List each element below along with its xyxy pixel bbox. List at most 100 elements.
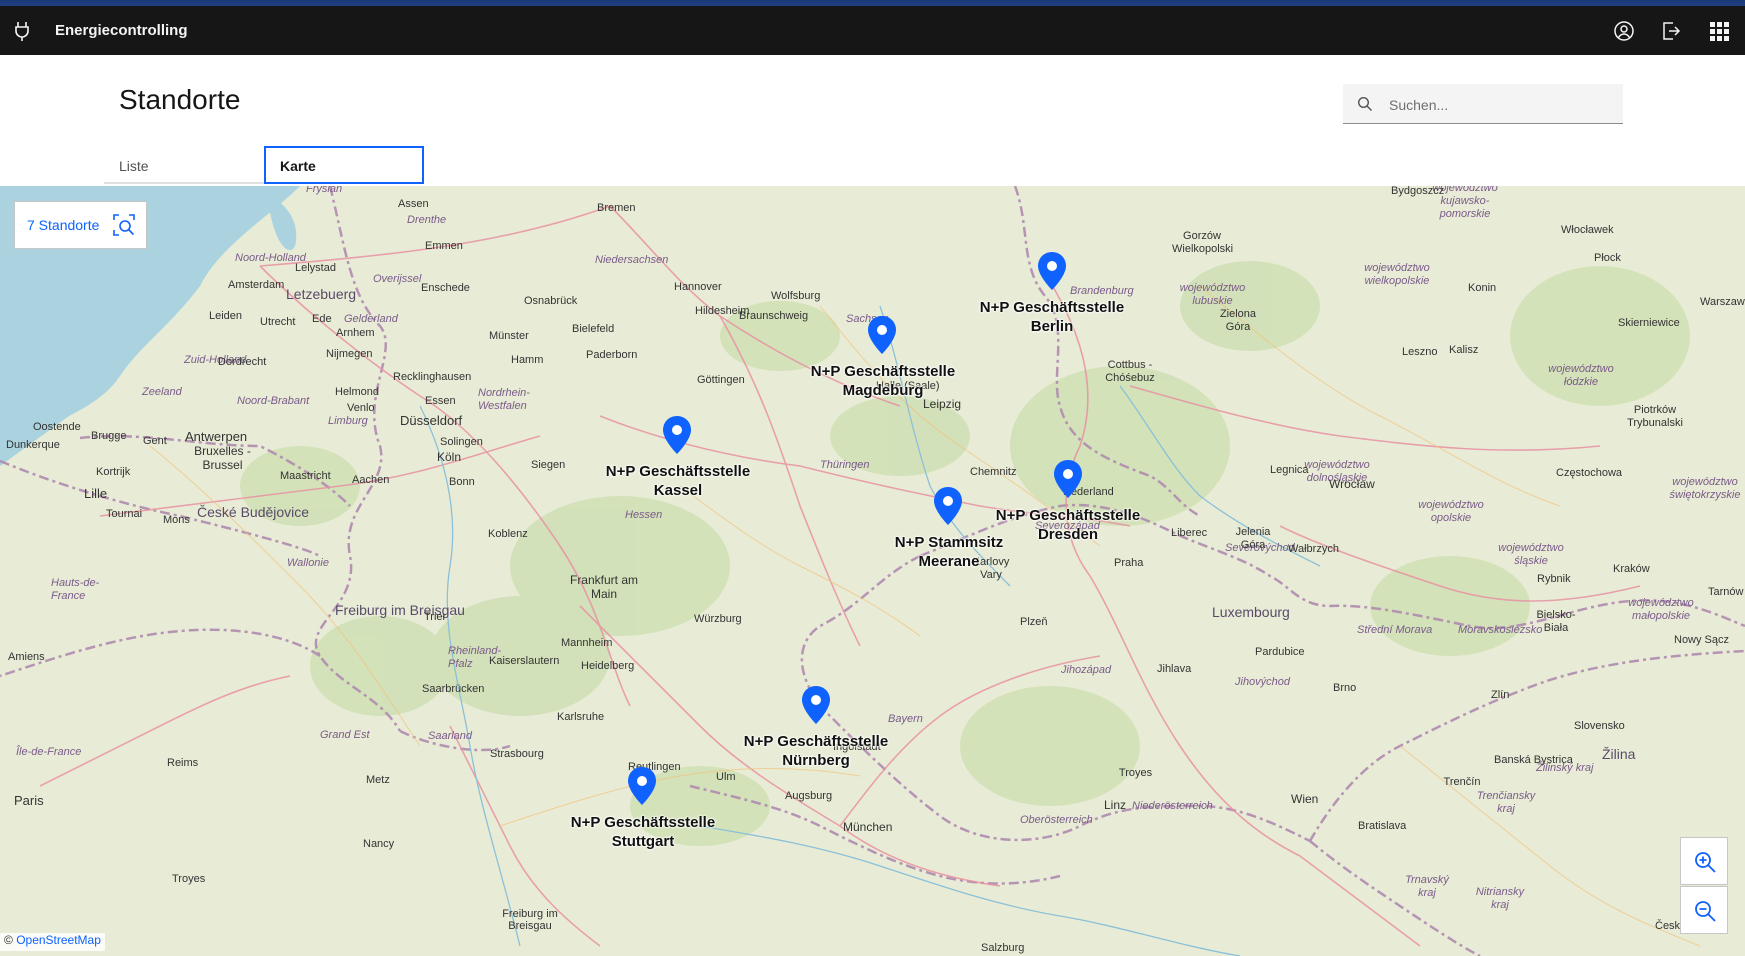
city-label: Bratislava: [1358, 820, 1407, 832]
city-label: Kalisz: [1449, 344, 1479, 356]
region-label: Wallonie: [287, 557, 329, 569]
search-icon: [1357, 96, 1372, 111]
city-label: Essen: [425, 395, 456, 407]
city-label: Bielefeld: [572, 323, 615, 335]
location-marker-icon[interactable]: [866, 315, 898, 355]
city-label: Ede: [312, 313, 332, 325]
city-label: Zlín: [1491, 689, 1510, 701]
map-attribution: © OpenStreetMap: [0, 933, 105, 951]
city-label: Jelenia Góra: [1235, 526, 1271, 551]
city-label: Utrecht: [260, 316, 296, 328]
country-label: Žilina: [1602, 746, 1636, 762]
location-marker-label[interactable]: N+P Stammsitz Meerane: [895, 533, 1004, 571]
region-label: Gelderland: [344, 313, 398, 325]
location-marker-icon[interactable]: [1052, 459, 1084, 499]
city-label: Plzeň: [1020, 616, 1048, 628]
city-label: Mons: [163, 514, 190, 526]
location-count-button[interactable]: 7 Standorte: [14, 201, 147, 249]
marker-line2: Nürnberg: [782, 752, 850, 769]
city-label: Chemnitz: [970, 466, 1017, 478]
city-label: Enschede: [421, 282, 470, 294]
city-label: Aachen: [352, 474, 390, 486]
city-label: Kaiserslautern: [489, 655, 560, 667]
region-label: Hessen: [625, 509, 663, 521]
city-label: Freiburg im Breisgau: [502, 908, 558, 932]
city-label: Helmond: [335, 386, 380, 398]
city-label: Reims: [167, 757, 199, 769]
map-base-layer[interactable]: [0, 186, 1745, 956]
location-marker-icon[interactable]: [661, 415, 693, 455]
location-marker-label[interactable]: N+P Geschäftsstelle Stuttgart: [571, 813, 715, 851]
zoom-out-button[interactable]: [1680, 886, 1728, 934]
region-label: Oberösterreich: [1020, 814, 1093, 826]
city-label: Piotrków Trybunalski: [1627, 404, 1683, 429]
city-label: Brugge: [91, 430, 127, 442]
region-label: Moravskoslezsko: [1458, 624, 1543, 636]
region-label: Saarland: [428, 730, 473, 742]
marker-line2: Magdeburg: [842, 382, 924, 399]
city-label: Assen: [398, 198, 429, 210]
page-title: Standorte: [119, 84, 241, 115]
location-marker-label[interactable]: N+P Geschäftsstelle Nürnberg: [744, 732, 888, 770]
city-label: Włocławek: [1561, 224, 1614, 236]
city-label: Slovensko: [1574, 720, 1625, 732]
region-label: województwo świętokrzyskie: [1669, 476, 1741, 501]
city-label: Salzburg: [981, 942, 1025, 954]
city-label: Wien: [1291, 792, 1319, 806]
location-marker-label[interactable]: N+P Geschäftsstelle Berlin: [980, 298, 1124, 336]
search-input[interactable]: [1387, 84, 1616, 125]
city-label: Ulm: [716, 771, 736, 783]
zoom-in-button[interactable]: [1680, 837, 1728, 885]
city-label: Koblenz: [488, 528, 528, 540]
city-label: Bydgoszcz: [1391, 186, 1445, 197]
location-marker-icon[interactable]: [800, 685, 832, 725]
user-icon[interactable]: [1612, 19, 1636, 43]
location-marker-icon[interactable]: [1036, 251, 1068, 291]
city-label: Kortrijk: [96, 466, 131, 478]
city-label: Amsterdam: [228, 279, 285, 291]
region-label: Jihozápad: [1061, 664, 1112, 676]
city-label: Recklinghausen: [393, 371, 472, 383]
tab-karte[interactable]: Karte: [264, 146, 424, 184]
city-label: Kraków: [1613, 563, 1650, 575]
region-label: Bayern: [888, 713, 923, 725]
city-label: Liberec: [1171, 527, 1208, 539]
location-marker-icon[interactable]: [932, 486, 964, 526]
region-label: Île-de-France: [16, 746, 82, 758]
city-label: Bremen: [597, 202, 636, 214]
location-marker-label[interactable]: N+P Geschäftsstelle Magdeburg: [811, 362, 955, 400]
tab-liste[interactable]: Liste: [104, 146, 264, 184]
map-view[interactable]: Letzebuerg České Budějovice Freiburg im …: [0, 186, 1745, 956]
search-field[interactable]: [1343, 84, 1623, 125]
city-label: Praha: [1114, 557, 1144, 569]
location-count-label: 7 Standorte: [27, 217, 100, 233]
logout-icon[interactable]: [1659, 19, 1683, 43]
region-label: Trenčiansky kraj: [1476, 790, 1536, 815]
marker-line1: N+P Geschäftsstelle: [605, 463, 751, 480]
region-label: Trnavský kraj: [1405, 874, 1449, 899]
city-label: Arnhem: [336, 327, 375, 339]
app-switcher-icon[interactable]: [1707, 19, 1731, 43]
openstreetmap-link[interactable]: OpenStreetMap: [16, 933, 101, 947]
region-label: Nordrhein-Westfalen: [478, 387, 530, 412]
city-label: Bonn: [449, 476, 475, 488]
region-label: Drenthe: [407, 214, 447, 226]
marker-line1: N+P Geschäftsstelle: [570, 814, 716, 831]
city-label: Brno: [1333, 682, 1357, 694]
location-marker-label[interactable]: N+P Geschäftsstelle Kassel: [606, 462, 750, 500]
city-label: Dordrecht: [218, 356, 267, 368]
city-label: Heidelberg: [581, 660, 635, 672]
marker-line1: N+P Geschäftsstelle: [743, 733, 889, 750]
location-marker-label[interactable]: N+P Geschäftsstelle Dresden: [996, 506, 1140, 544]
city-label: Trenčín: [1443, 776, 1481, 788]
country-label: České Budějovice: [197, 504, 310, 520]
city-label: Strasbourg: [490, 748, 544, 760]
copyright-symbol: ©: [4, 933, 13, 947]
region-label: Niedersachsen: [595, 254, 669, 266]
city-label: Legnica: [1270, 464, 1309, 476]
country-label: Letzebuerg: [286, 286, 357, 302]
app-name[interactable]: Energiecontrolling: [55, 22, 188, 39]
region-label: województwo łódzkie: [1548, 363, 1614, 388]
region-label: Zeeland: [142, 386, 182, 398]
location-marker-icon[interactable]: [626, 766, 658, 806]
